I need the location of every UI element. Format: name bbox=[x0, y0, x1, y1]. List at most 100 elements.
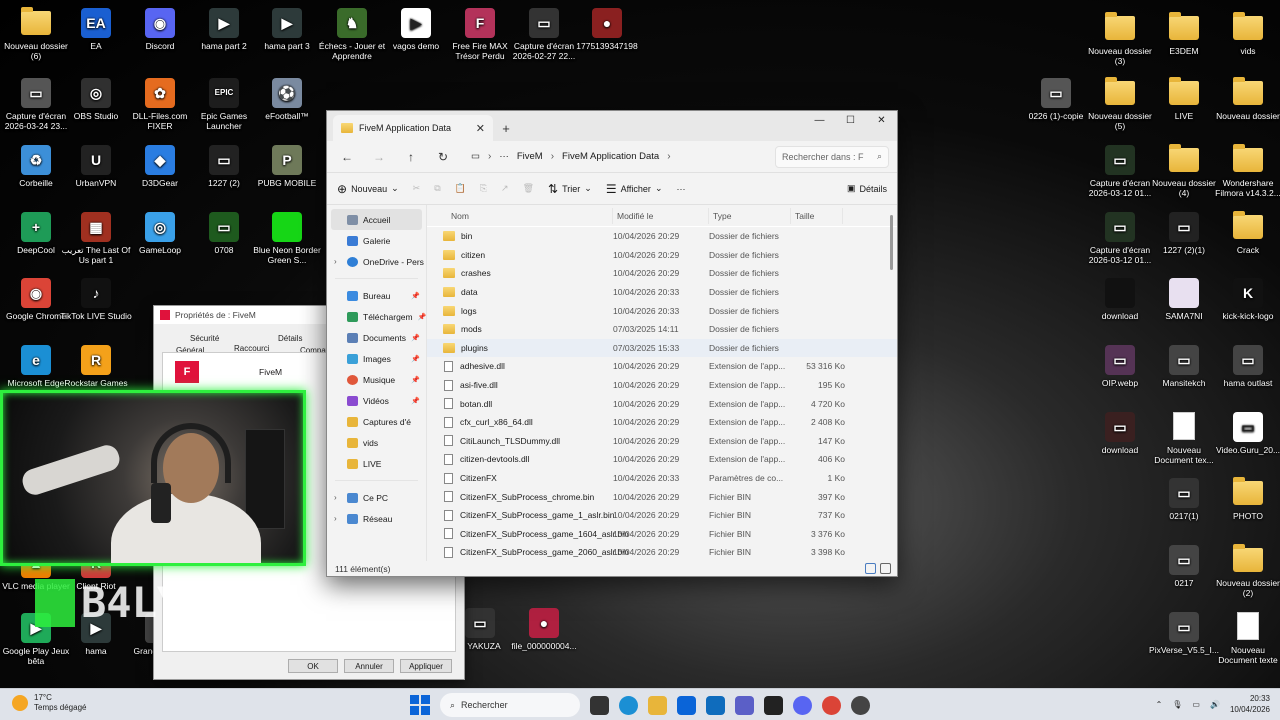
teams-icon[interactable] bbox=[735, 695, 754, 715]
table-row[interactable]: adhesive.dll 10/04/2026 20:29 Extension de… bbox=[427, 357, 897, 376]
desktop-icon[interactable]: ▭ 1227 (2) bbox=[188, 145, 260, 188]
nav-item-this-pc[interactable]: › Ce PC bbox=[327, 487, 426, 508]
close-tab-icon[interactable]: ✕ bbox=[476, 122, 485, 135]
nav-item-live[interactable]: LIVE bbox=[327, 453, 426, 474]
volume-icon[interactable]: 🔊 bbox=[1210, 700, 1220, 709]
nav-item-videos[interactable]: Vidéos 📌 bbox=[327, 390, 426, 411]
column-size[interactable]: Taille bbox=[791, 207, 843, 224]
breadcrumb[interactable]: ▭ › ··· FiveM › FiveM Application Data › bbox=[463, 145, 767, 169]
desktop-icon[interactable]: Nouveau dossier (5) bbox=[1084, 77, 1156, 131]
table-row[interactable]: citizen 10/04/2026 20:29 Dossier de fichie… bbox=[427, 246, 897, 265]
column-name[interactable]: Nom bbox=[447, 207, 613, 224]
desktop-icon[interactable]: vids bbox=[1212, 12, 1280, 56]
minimize-button[interactable]: — bbox=[804, 111, 835, 129]
table-row[interactable]: bin 10/04/2026 20:29 Dossier de fichiers bbox=[427, 227, 897, 246]
details-button[interactable]: ▣ Détails bbox=[847, 183, 887, 194]
network-icon[interactable]: ▭ bbox=[1192, 700, 1200, 709]
table-row[interactable]: plugins 07/03/2025 15:33 Dossier de fichie… bbox=[427, 338, 897, 358]
view-button[interactable]: ☰ Afficher ⌄ bbox=[606, 182, 663, 196]
desktop-icon[interactable]: download bbox=[1084, 278, 1156, 321]
desktop-icon[interactable]: ▭ Mansitekch bbox=[1148, 345, 1220, 388]
column-type[interactable]: Type bbox=[709, 207, 791, 224]
desktop-icon[interactable]: LIVE bbox=[1148, 77, 1220, 121]
desktop-icon[interactable]: ▭ 0217(1) bbox=[1148, 478, 1220, 521]
table-row[interactable]: citizen-devtools.dll 10/04/2026 20:29 Exte… bbox=[427, 450, 897, 469]
desktop-icon[interactable]: ◆ D3DGear bbox=[124, 145, 196, 188]
table-row[interactable]: CitizenFX_SubProcess_game_1604_aslr.bin 1… bbox=[427, 525, 897, 544]
chevron-right-icon[interactable]: › bbox=[334, 514, 337, 523]
desktop-icon[interactable]: ▭ Video.Guru_20... bbox=[1212, 412, 1280, 455]
table-row[interactable]: cfx_curl_x86_64.dll 10/04/2026 20:29 Exten… bbox=[427, 413, 897, 432]
nav-item-home[interactable]: Accueil bbox=[331, 209, 422, 230]
desktop-icon[interactable]: ● file_000000004... bbox=[508, 608, 580, 651]
column-modified[interactable]: Modifié le bbox=[613, 207, 709, 224]
table-row[interactable]: mods 07/03/2025 14:11 Dossier de fichiers bbox=[427, 320, 897, 339]
table-row[interactable]: CitiLaunch_TLSDummy.dll 10/04/2026 20:29 E… bbox=[427, 432, 897, 451]
forward-arrow-icon[interactable]: → bbox=[367, 150, 391, 164]
vertical-scrollbar[interactable] bbox=[890, 215, 893, 270]
capcut-icon[interactable] bbox=[764, 695, 783, 715]
desktop-icon[interactable]: ▭ Capture d'écran 2026-03-12 01... bbox=[1084, 212, 1156, 265]
table-row[interactable]: CitizenFX_SubProcess_game_1_aslr.bin 10/0… bbox=[427, 506, 897, 525]
desktop-icon[interactable]: ▭ 0226 (1)-copie bbox=[1020, 78, 1092, 121]
desktop-icon[interactable]: EPIC Epic Games Launcher bbox=[188, 78, 260, 131]
search-input[interactable]: Rechercher dans : F ⌕ bbox=[775, 145, 889, 168]
details-view-icon[interactable] bbox=[865, 563, 876, 574]
breadcrumb-item-fivem[interactable]: FiveM bbox=[517, 151, 543, 162]
cut-icon[interactable]: ✂ bbox=[413, 183, 421, 194]
desktop-icon[interactable]: Nouveau dossier (2) bbox=[1212, 544, 1280, 598]
desktop-icon[interactable]: ◎ GameLoop bbox=[124, 212, 196, 255]
desktop-icon[interactable]: ◎ OBS Studio bbox=[60, 78, 132, 121]
desktop-icon[interactable]: ▭ Capture d'écran 2026-03-12 01... bbox=[1084, 145, 1156, 198]
desktop-icon[interactable]: ▶ hama part 2 bbox=[188, 8, 260, 51]
maximize-button[interactable]: ☐ bbox=[835, 111, 866, 129]
desktop-icon[interactable]: ● 1775139347198 bbox=[571, 8, 643, 51]
nav-item-desktop[interactable]: Bureau 📌 bbox=[327, 285, 426, 306]
task-view-icon[interactable] bbox=[590, 695, 609, 715]
clock[interactable]: 20:33 10/04/2026 bbox=[1230, 693, 1270, 715]
desktop-icon[interactable]: ♪ TikTok LIVE Studio bbox=[60, 278, 132, 321]
desktop-icon[interactable]: ▭ PixVerse_V5.5_I... bbox=[1148, 612, 1220, 655]
file-explorer-icon[interactable] bbox=[648, 695, 667, 715]
edge-icon[interactable] bbox=[619, 695, 638, 715]
close-button[interactable]: ✕ bbox=[866, 111, 897, 129]
weather-widget[interactable]: 17°C Temps dégagé bbox=[12, 693, 86, 713]
table-row[interactable]: botan.dll 10/04/2026 20:29 Extension de l'… bbox=[427, 394, 897, 413]
table-row[interactable]: asi-five.dll 10/04/2026 20:29 Extension de… bbox=[427, 376, 897, 395]
chevron-up-icon[interactable]: ⌃ bbox=[1156, 700, 1163, 709]
nav-item-vids[interactable]: vids bbox=[327, 432, 426, 453]
delete-icon[interactable]: 🗑 bbox=[523, 183, 534, 194]
new-button[interactable]: ⊕ Nouveau ⌄ bbox=[337, 182, 399, 196]
desktop-icon[interactable]: Blue Neon Border Green S... bbox=[251, 212, 323, 265]
share-icon[interactable]: ↗ bbox=[501, 183, 509, 194]
desktop-icon[interactable]: P PUBG MOBILE bbox=[251, 145, 323, 188]
desktop-icon[interactable]: ▶ vagos demo bbox=[380, 8, 452, 51]
chevron-right-icon[interactable]: › bbox=[334, 257, 337, 266]
table-row[interactable]: data 10/04/2026 20:33 Dossier de fichiers bbox=[427, 283, 897, 302]
nav-item-screenshots[interactable]: Captures d'é bbox=[327, 411, 426, 432]
desktop-icon[interactable]: Crack bbox=[1212, 211, 1280, 255]
desktop-icon[interactable]: ▦ تعريب The Last Of Us part 1 bbox=[60, 212, 132, 265]
desktop-icon[interactable]: ◉ Discord bbox=[124, 8, 196, 51]
desktop-icon[interactable]: EA EA bbox=[60, 8, 132, 51]
chevron-right-icon[interactable]: › bbox=[334, 493, 337, 502]
apply-button[interactable]: Appliquer bbox=[400, 659, 452, 673]
obs-icon[interactable] bbox=[851, 695, 870, 715]
desktop-icon[interactable]: ▭ hama outlast bbox=[1212, 345, 1280, 388]
desktop-icon[interactable]: ▭ OIP.webp bbox=[1084, 345, 1156, 388]
nav-item-gallery[interactable]: Galerie bbox=[327, 230, 426, 251]
breadcrumb-item-appdata[interactable]: FiveM Application Data bbox=[562, 151, 659, 162]
table-row[interactable]: CitizenFX_SubProcess_game_2060_aslr.bin 1… bbox=[427, 543, 897, 562]
desktop-icon[interactable]: ▶ hama part 3 bbox=[251, 8, 323, 51]
tab-details[interactable]: Détails bbox=[278, 334, 302, 343]
chrome-icon[interactable] bbox=[822, 695, 841, 715]
desktop-icon[interactable]: ▭ 1227 (2)(1) bbox=[1148, 212, 1220, 255]
desktop-icon[interactable]: Nouveau Document tex... bbox=[1148, 412, 1220, 465]
desktop-icon[interactable]: Nouveau dossier bbox=[1212, 77, 1280, 121]
desktop-icon[interactable]: ▭ Capture d'écran 2026-02-27 22... bbox=[508, 8, 580, 61]
nav-item-onedrive[interactable]: › OneDrive - Pers bbox=[327, 251, 426, 272]
tab-security[interactable]: Sécurité bbox=[190, 334, 219, 343]
nav-item-network[interactable]: › Réseau bbox=[327, 508, 426, 529]
nav-item-images[interactable]: Images 📌 bbox=[327, 348, 426, 369]
store-icon[interactable] bbox=[677, 695, 696, 715]
